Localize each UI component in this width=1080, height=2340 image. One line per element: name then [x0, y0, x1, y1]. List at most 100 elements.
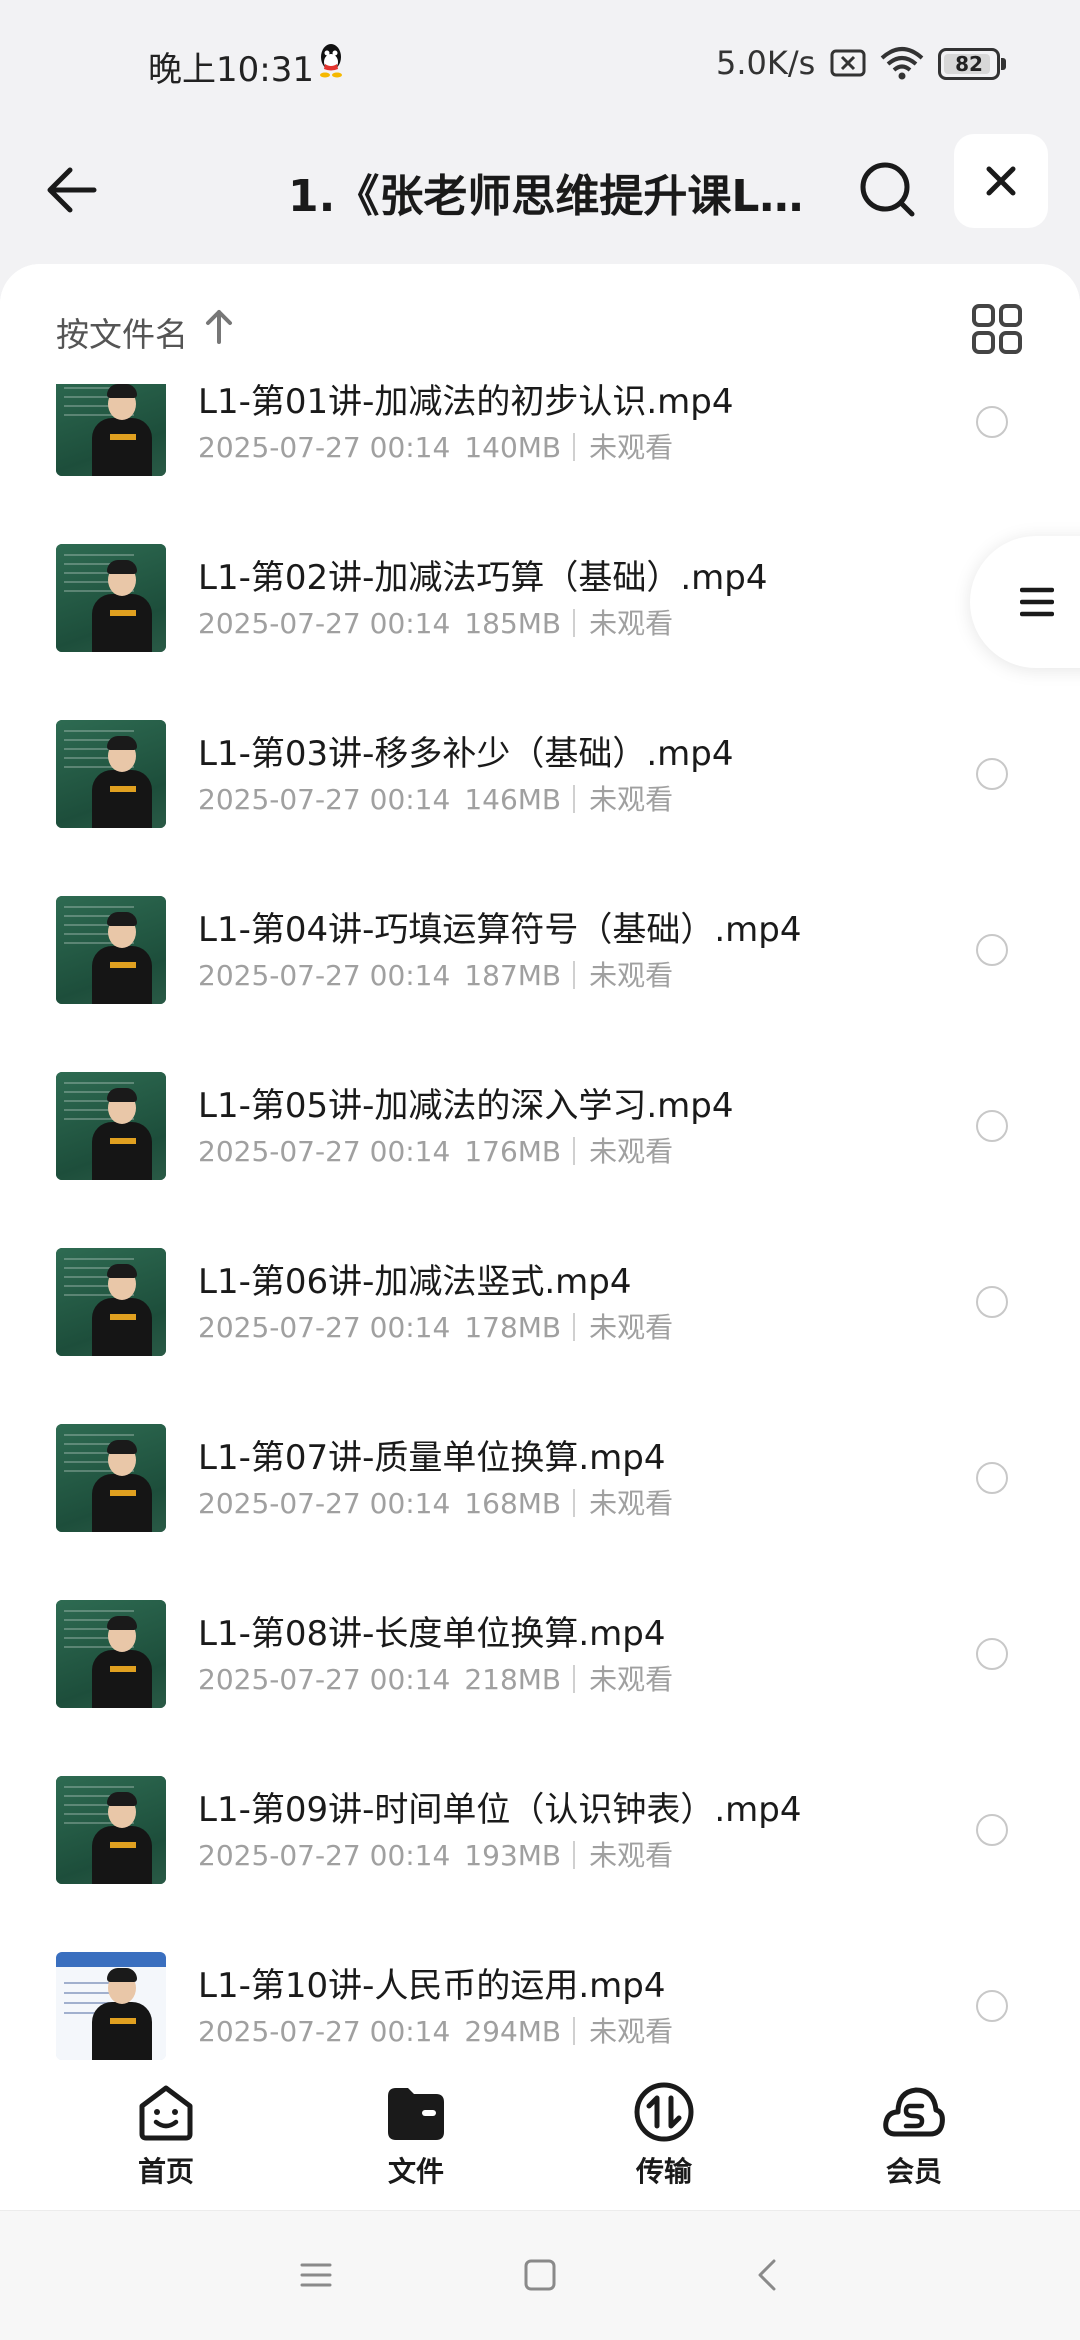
watch-status: 未观看	[589, 1663, 674, 1696]
wifi-icon	[880, 47, 924, 80]
file-meta: 2025-07-27 00:14 294MB 未观看	[198, 2010, 673, 2050]
select-radio[interactable]	[976, 1286, 1008, 1318]
top-nav: 1.《张老师思维提升课L...	[0, 130, 1080, 270]
search-icon[interactable]	[852, 154, 924, 226]
select-radio[interactable]	[976, 406, 1008, 438]
cloud-vip-icon	[883, 2087, 945, 2137]
meta-divider	[573, 1841, 576, 1869]
watch-status: 未观看	[589, 1311, 674, 1344]
file-list-item[interactable]: L1-第06讲-加减法竖式.mp4 2025-07-27 00:14 178MB 未观…	[0, 1248, 1080, 1424]
sort-bar: 按文件名	[0, 264, 1080, 384]
video-thumbnail	[56, 1952, 166, 2060]
file-list-item[interactable]: L1-第03讲-移多补少（基础）.mp4 2025-07-27 00:14 146M…	[0, 720, 1080, 896]
file-list-item[interactable]: L1-第04讲-巧填运算符号（基础）.mp4 2025-07-27 00:14 18…	[0, 896, 1080, 1072]
file-meta: 2025-07-27 00:14 218MB 未观看	[198, 1658, 673, 1698]
file-size: 187MB	[464, 959, 562, 992]
file-name: L1-第07讲-质量单位换算.mp4	[198, 1438, 666, 1478]
video-thumbnail	[56, 1424, 166, 1532]
qq-penguin-icon	[320, 44, 342, 78]
file-name: L1-第08讲-长度单位换算.mp4	[198, 1614, 666, 1654]
file-date: 2025-07-27 00:14	[198, 431, 451, 464]
select-radio[interactable]	[976, 1638, 1008, 1670]
video-thumbnail	[56, 1072, 166, 1180]
file-date: 2025-07-27 00:14	[198, 1663, 451, 1696]
meta-divider	[573, 433, 576, 461]
close-button[interactable]	[954, 134, 1048, 228]
video-thumbnail	[56, 1776, 166, 1884]
file-meta: 2025-07-27 00:14 185MB 未观看	[198, 602, 673, 642]
bottom-tab-bar: 首页 文件 传输 会员	[0, 2080, 1080, 2210]
tab-files[interactable]: 文件	[336, 2080, 496, 2210]
watch-status: 未观看	[589, 783, 674, 816]
file-date: 2025-07-27 00:14	[198, 2015, 451, 2048]
file-size: 178MB	[464, 1311, 562, 1344]
file-meta: 2025-07-27 00:14 178MB 未观看	[198, 1306, 673, 1346]
file-list-item[interactable]: L1-第08讲-长度单位换算.mp4 2025-07-27 00:14 218MB 未…	[0, 1600, 1080, 1776]
watch-status: 未观看	[589, 959, 674, 992]
file-meta: 2025-07-27 00:14 176MB 未观看	[198, 1130, 673, 1170]
sort-ascending-icon[interactable]	[202, 306, 236, 346]
folder-icon	[388, 2088, 444, 2140]
grid-view-icon[interactable]	[970, 302, 1024, 356]
file-date: 2025-07-27 00:14	[198, 1839, 451, 1872]
tab-files-label: 文件	[387, 2155, 444, 2188]
video-thumbnail	[56, 720, 166, 828]
watch-status: 未观看	[589, 431, 674, 464]
file-meta: 2025-07-27 00:14 168MB 未观看	[198, 1482, 673, 1522]
smile-home-icon	[139, 2085, 193, 2141]
status-bar: 晚上10:31 5.0K/s 82	[0, 0, 1080, 130]
file-size: 193MB	[464, 1839, 562, 1872]
meta-divider	[573, 1489, 576, 1517]
file-name: L1-第10讲-人民币的运用.mp4	[198, 1966, 666, 2006]
select-radio[interactable]	[976, 1814, 1008, 1846]
file-date: 2025-07-27 00:14	[198, 1487, 451, 1520]
file-list-item[interactable]: L1-第07讲-质量单位换算.mp4 2025-07-27 00:14 168MB 未…	[0, 1424, 1080, 1600]
transfer-icon	[634, 2082, 694, 2142]
watch-status: 未观看	[589, 1487, 674, 1520]
recent-apps-icon[interactable]	[296, 2255, 336, 2295]
meta-divider	[573, 1665, 576, 1693]
meta-divider	[573, 961, 576, 989]
file-size: 176MB	[464, 1135, 562, 1168]
file-list-item[interactable]: L1-第09讲-时间单位（认识钟表）.mp4 2025-07-27 00:14 19…	[0, 1776, 1080, 1952]
file-list-item[interactable]: L1-第10讲-人民币的运用.mp4 2025-07-27 00:14 294MB 未…	[0, 1952, 1080, 2080]
home-square-icon[interactable]	[520, 2255, 560, 2295]
tab-vip[interactable]: 会员	[834, 2080, 994, 2210]
file-list-item[interactable]: L1-第05讲-加减法的深入学习.mp4 2025-07-27 00:14 176M…	[0, 1072, 1080, 1248]
back-arrow-icon[interactable]	[38, 154, 110, 226]
tab-transfer[interactable]: 传输	[584, 2080, 744, 2210]
file-meta: 2025-07-27 00:14 187MB 未观看	[198, 954, 673, 994]
file-name: L1-第02讲-加减法巧算（基础）.mp4	[198, 558, 768, 598]
sort-by-name-button[interactable]: 按文件名	[56, 308, 188, 356]
video-thumbnail	[56, 368, 166, 476]
file-name: L1-第06讲-加减法竖式.mp4	[198, 1262, 632, 1302]
watch-status: 未观看	[589, 607, 674, 640]
file-name: L1-第04讲-巧填运算符号（基础）.mp4	[198, 910, 802, 950]
file-size: 218MB	[464, 1663, 562, 1696]
file-date: 2025-07-27 00:14	[198, 1135, 451, 1168]
select-radio[interactable]	[976, 1462, 1008, 1494]
status-time: 晚上10:31	[148, 50, 314, 90]
select-radio[interactable]	[976, 1990, 1008, 2022]
back-chevron-icon[interactable]	[748, 2255, 788, 2295]
battery-level: 82	[955, 52, 983, 76]
tab-home[interactable]: 首页	[86, 2080, 246, 2210]
tab-home-label: 首页	[137, 2155, 194, 2188]
select-radio[interactable]	[976, 758, 1008, 790]
file-date: 2025-07-27 00:14	[198, 783, 451, 816]
meta-divider	[573, 2017, 576, 2045]
file-list-item[interactable]: L1-第01讲-加减法的初步认识.mp4 2025-07-27 00:14 140M…	[0, 368, 1080, 544]
file-size: 146MB	[464, 783, 562, 816]
video-thumbnail	[56, 896, 166, 1004]
close-icon	[986, 166, 1016, 196]
tab-transfer-label: 传输	[635, 2155, 692, 2188]
meta-divider	[573, 1313, 576, 1341]
watch-status: 未观看	[589, 1839, 674, 1872]
video-thumbnail	[56, 1600, 166, 1708]
select-radio[interactable]	[976, 1110, 1008, 1142]
file-name: L1-第03讲-移多补少（基础）.mp4	[198, 734, 734, 774]
video-thumbnail	[56, 1248, 166, 1356]
file-meta: 2025-07-27 00:14 140MB 未观看	[198, 426, 673, 466]
select-radio[interactable]	[976, 934, 1008, 966]
file-list-item[interactable]: L1-第02讲-加减法巧算（基础）.mp4 2025-07-27 00:14 185…	[0, 544, 1080, 720]
